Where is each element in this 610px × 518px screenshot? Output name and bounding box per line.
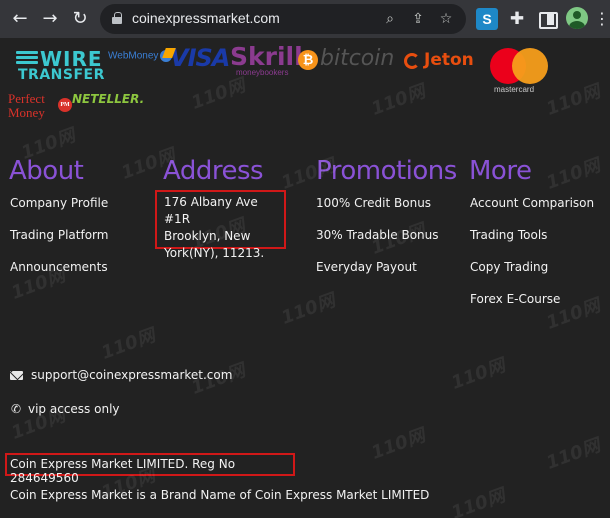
bitcoin-text: bitcoin [320, 46, 395, 71]
zoom-icon[interactable]: ⌕ [380, 9, 400, 29]
extensions-puzzle-icon[interactable]: ✚ [506, 8, 528, 30]
email-contact[interactable]: support@coinexpressmarket.com [10, 368, 232, 382]
promotions-link-tradable-bonus[interactable]: 30% Tradable Bonus [316, 228, 439, 242]
about-link-announcements[interactable]: Announcements [10, 260, 108, 274]
more-link-forex-ecourse[interactable]: Forex E-Course [470, 292, 560, 306]
webmoney-text: WebMoney [108, 50, 159, 62]
bookmark-star-icon[interactable]: ☆ [436, 9, 456, 29]
extension-s-icon[interactable]: S [476, 8, 498, 30]
more-heading: More [469, 156, 532, 186]
perfect-money-logo: Perfect Money PM [8, 91, 72, 120]
phone-contact: ✆ vip access only [10, 402, 120, 416]
watermark: 110网 [368, 425, 429, 464]
email-text[interactable]: support@coinexpressmarket.com [31, 368, 232, 382]
address-line-2: Brooklyn, New [164, 229, 251, 243]
mail-icon [10, 371, 23, 380]
moneybookers-text: moneybookers [236, 68, 289, 77]
registration-text: Coin Express Market LIMITED. Reg No 2846… [10, 457, 236, 485]
perfect-text: Perfect [8, 91, 45, 106]
jeton-mark-icon [404, 53, 420, 69]
watermark: 110网 [278, 290, 339, 329]
more-link-trading-tools[interactable]: Trading Tools [470, 228, 547, 242]
promotions-link-credit-bonus[interactable]: 100% Credit Bonus [316, 196, 431, 210]
registration-box: Coin Express Market LIMITED. Reg No 2846… [5, 453, 295, 485]
phone-text: vip access only [28, 402, 120, 416]
address-block: 176 Albany Ave #1R Brooklyn, New York(NY… [155, 190, 286, 260]
more-link-copy-trading[interactable]: Copy Trading [470, 260, 548, 274]
watermark: 110网 [368, 81, 429, 120]
side-panel-icon[interactable] [536, 8, 558, 30]
mastercard-text: mastercard [494, 85, 535, 94]
skrill-logo: Skrill [230, 42, 303, 71]
share-icon[interactable]: ⇪ [408, 9, 428, 29]
back-arrow-icon[interactable]: ← [8, 7, 32, 31]
address-heading: Address [163, 156, 264, 186]
jeton-text: Jeton [424, 50, 474, 70]
brand-statement: Coin Express Market is a Brand Name of C… [10, 488, 430, 502]
address-bar[interactable]: coinexpressmarket.com ⌕ ⇪ ☆ [100, 4, 466, 34]
watermark: 110网 [448, 355, 509, 394]
money-text: Money [8, 105, 45, 120]
more-menu-icon[interactable]: ⋮ [594, 9, 610, 29]
pm-badge-icon: PM [58, 98, 72, 112]
about-heading: About [9, 156, 84, 186]
lock-icon[interactable] [112, 12, 122, 24]
transfer-logo-text: TRANSFER [18, 67, 105, 83]
neteller-logo: NETELLER. [72, 92, 145, 106]
promotions-heading: Promotions [316, 156, 457, 186]
mastercard-logo: mastercard [490, 48, 550, 96]
more-link-account-comparison[interactable]: Account Comparison [470, 196, 594, 210]
address-line-3: York(NY), 11213. [164, 246, 265, 260]
reload-icon[interactable]: ↻ [68, 7, 92, 31]
watermark: 110网 [543, 155, 604, 194]
watermark: 110网 [98, 325, 159, 364]
promotions-link-everyday-payout[interactable]: Everyday Payout [316, 260, 417, 274]
bitcoin-coin-icon: ₿ [298, 50, 318, 70]
watermark: 110网 [448, 485, 509, 518]
watermark: 110网 [188, 75, 249, 114]
url-text[interactable]: coinexpressmarket.com [132, 10, 280, 26]
watermark: 110网 [543, 81, 604, 120]
visa-text: VISA [170, 44, 230, 72]
about-link-company-profile[interactable]: Company Profile [10, 196, 108, 210]
forward-arrow-icon[interactable]: → [38, 7, 62, 31]
wire-bars-icon [16, 51, 38, 67]
mastercard-yellow-circle-icon [512, 48, 548, 84]
profile-avatar-icon[interactable] [566, 7, 588, 29]
browser-toolbar: ← → ↻ coinexpressmarket.com ⌕ ⇪ ☆ S ✚ ⋮ [0, 0, 610, 38]
about-link-trading-platform[interactable]: Trading Platform [10, 228, 108, 242]
phone-icon: ✆ [11, 402, 22, 416]
visa-logo: VISA [162, 44, 230, 72]
watermark: 110网 [543, 435, 604, 474]
address-line-1: 176 Albany Ave #1R [164, 195, 258, 226]
